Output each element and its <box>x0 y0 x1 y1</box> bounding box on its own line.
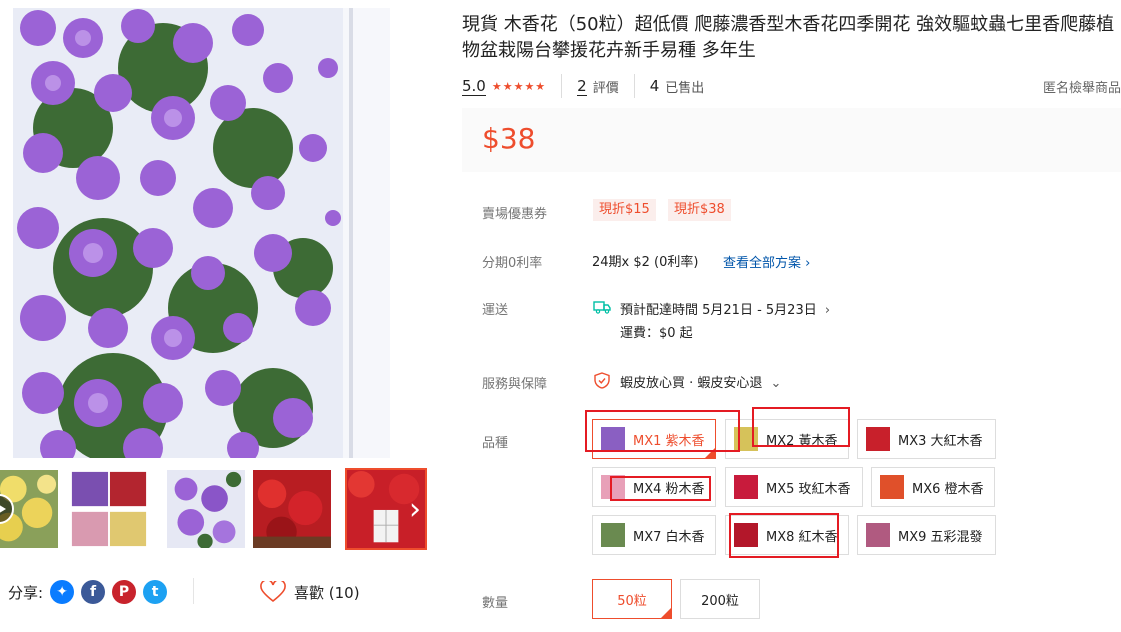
thumbnail-next-arrow-icon[interactable]: › <box>402 485 428 535</box>
heart-icon <box>260 581 286 603</box>
variant-option-mx3[interactable]: MX3 大紅木香 <box>857 419 996 459</box>
pinterest-icon[interactable]: P <box>112 580 137 604</box>
variant-thumbnail <box>601 523 625 547</box>
installment-text: 24期x $2 (0利率) <box>592 255 699 270</box>
quantity-option-50[interactable]: 50粒 <box>592 579 672 619</box>
like-label: 喜歡 (10) <box>294 583 360 602</box>
sold-label: 已售出 <box>665 80 705 96</box>
variant-thumbnail <box>880 475 904 499</box>
variant-thumbnail <box>866 523 890 547</box>
installment-plans-link[interactable]: 查看全部方案 › <box>723 252 810 271</box>
chevron-right-icon: › <box>824 303 831 318</box>
main-product-image[interactable] <box>13 8 390 458</box>
annotation-box <box>729 513 839 558</box>
variant-option-mx6[interactable]: MX6 橙木香 <box>871 467 995 507</box>
coupon-tag-2[interactable]: 現折$38 <box>668 199 731 221</box>
rating-bar: 5.0 ★★★★★ 2 評價 4 已售出 匿名檢舉商品 <box>462 74 1121 98</box>
annotation-box <box>610 476 711 501</box>
chevron-right-icon: › <box>805 256 811 271</box>
twitter-icon[interactable]: t <box>143 580 168 604</box>
reviews-count[interactable]: 2 <box>577 77 587 96</box>
share-label: 分享: <box>8 583 44 602</box>
truck-icon <box>593 301 611 314</box>
shipping-fee: 運費：$0 起 <box>620 326 693 341</box>
chevron-down-icon: ⌄ <box>770 376 782 391</box>
annotation-box <box>585 410 740 452</box>
shipping-label: 運送 <box>482 303 509 318</box>
variant-label: 品種 <box>482 436 509 451</box>
quantity-option-200[interactable]: 200粒 <box>680 579 760 619</box>
variant-option-mx7[interactable]: MX7 白木香 <box>592 515 716 555</box>
guarantee-label: 服務與保障 <box>482 377 548 392</box>
coupon-label: 賣場優惠券 <box>482 207 548 222</box>
like-button[interactable]: 喜歡 (10) <box>260 578 360 606</box>
thumbnail-strip <box>0 468 430 550</box>
thumbnail-video[interactable] <box>0 468 60 550</box>
facebook-icon[interactable]: f <box>81 580 106 604</box>
variant-option-mx5[interactable]: MX5 玫紅木香 <box>725 467 863 507</box>
thumbnail-3[interactable] <box>165 468 247 550</box>
annotation-box <box>752 407 850 447</box>
product-price: $38 <box>482 122 536 155</box>
messenger-icon[interactable]: ✦ <box>50 580 75 604</box>
guarantee-dropdown[interactable]: 蝦皮放心買 · 蝦皮安心退 ⌄ <box>620 372 781 391</box>
star-rating-icon: ★★★★★ <box>491 79 547 93</box>
quantity-label: 數量 <box>482 596 509 611</box>
coupon-tag-1[interactable]: 現折$15 <box>593 199 656 221</box>
delivery-eta[interactable]: 預計配達時間 5月21日 - 5月23日 › <box>620 299 830 318</box>
variant-thumbnail <box>866 427 890 451</box>
sold-count: 4 <box>649 77 660 95</box>
price-box: $38 <box>462 108 1121 172</box>
variant-option-mx9[interactable]: MX9 五彩混發 <box>857 515 996 555</box>
rating-value[interactable]: 5.0 <box>462 77 486 96</box>
thumbnail-4[interactable] <box>251 468 333 550</box>
report-link[interactable]: 匿名檢舉商品 <box>1043 77 1121 96</box>
installment-label: 分期0利率 <box>482 256 543 271</box>
product-title: 現貨 木香花（50粒）超低價 爬藤濃香型木香花四季開花 強效驅蚊蟲七里香爬藤植物… <box>462 14 1115 61</box>
thumbnail-2[interactable] <box>68 468 150 550</box>
share-bar: 分享: ✦ f P t <box>8 578 168 606</box>
variant-thumbnail <box>734 475 758 499</box>
share-divider <box>193 578 194 604</box>
reviews-label: 評價 <box>592 80 619 96</box>
shield-icon <box>594 372 610 389</box>
